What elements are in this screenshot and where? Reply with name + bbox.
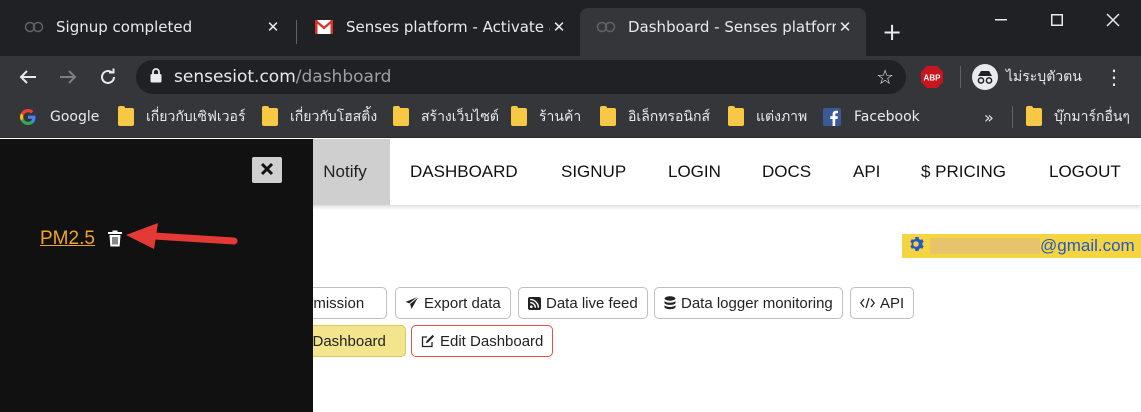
gear-icon <box>908 236 924 257</box>
bookmark-folder[interactable]: แต่งภาพ <box>728 98 807 136</box>
url-domain: sensesiot.com <box>174 67 296 87</box>
trash-icon[interactable] <box>107 230 123 248</box>
folder-icon <box>1026 106 1042 126</box>
loading-circle-icon <box>596 19 616 35</box>
tab-close-icon[interactable]: ✕ <box>264 18 282 36</box>
other-bookmarks-folder[interactable]: บุ๊กมาร์กอื่นๆ <box>1026 98 1130 136</box>
lock-icon <box>150 67 162 87</box>
new-tab-button[interactable]: + <box>878 18 906 46</box>
nav-pricing[interactable]: $ PRICING <box>921 139 1006 205</box>
user-email-suffix: @gmail.com <box>1040 236 1135 255</box>
nav-dashboard[interactable]: DASHBOARD <box>410 139 518 205</box>
dashboard-side-panel: PM2.5 <box>0 139 313 412</box>
close-window-button[interactable] <box>1090 6 1136 34</box>
code-icon <box>860 297 875 309</box>
bookmark-folder[interactable]: เกี่ยวกับเซิฟเวอร์ <box>118 98 245 136</box>
nav-signup[interactable]: SIGNUP <box>561 139 626 205</box>
folder-icon <box>262 106 278 126</box>
annotation-arrow-icon <box>126 223 238 249</box>
bookmark-folder[interactable]: ร้านค้า <box>511 98 581 136</box>
rss-icon <box>528 296 541 310</box>
forward-button[interactable] <box>52 61 84 93</box>
gmail-icon <box>314 19 334 35</box>
abp-label: ABP <box>924 74 942 83</box>
address-bar[interactable]: sensesiot.com/dashboard ☆ <box>136 60 906 94</box>
folder-icon <box>600 106 616 126</box>
data-logger-monitoring-button[interactable]: Data logger monitoring <box>654 287 843 319</box>
nav-login[interactable]: LOGIN <box>668 139 721 205</box>
chrome-menu-icon[interactable]: ⋮ <box>1100 61 1128 93</box>
export-data-button[interactable]: Export data <box>395 287 511 319</box>
tab-title: Senses platform - Activate acco <box>346 18 550 36</box>
tab-signup-completed[interactable]: Signup completed ✕ <box>8 8 294 56</box>
dashboard-item-link[interactable]: PM2.5 <box>40 228 95 250</box>
user-account-badge[interactable]: @gmail.com <box>902 234 1141 258</box>
bookmark-label: สร้างเว็บไซต์ <box>421 109 499 125</box>
close-panel-button[interactable] <box>252 157 282 183</box>
tab-dashboard[interactable]: Dashboard - Senses platform | ✕ <box>580 8 866 56</box>
google-icon <box>18 107 38 127</box>
bookmark-label: Google <box>50 109 100 125</box>
browser-tabstrip: Signup completed ✕ Senses platform - Act… <box>0 0 1141 56</box>
bookmark-label: อิเล็กทรอนิกส์ <box>628 109 710 125</box>
toolbar-divider <box>960 66 961 88</box>
button-label: API <box>880 294 905 312</box>
button-label: Data live feed <box>546 294 638 312</box>
profile-label: ไม่ระบุตัวตน <box>1006 69 1082 85</box>
brand-link[interactable]: Notify <box>300 139 390 205</box>
incognito-profile-button[interactable]: ไม่ระบุตัวตน <box>972 61 1082 93</box>
tab-activate-account[interactable]: Senses platform - Activate acco ✕ <box>298 8 580 56</box>
edit-dashboard-button[interactable]: Edit Dashboard <box>411 325 554 357</box>
paper-plane-icon <box>405 296 419 310</box>
incognito-icon <box>972 64 998 90</box>
tab-close-icon[interactable]: ✕ <box>836 18 854 36</box>
nav-api[interactable]: API <box>853 139 880 205</box>
bookmark-label: เกี่ยวกับเซิฟเวอร์ <box>146 109 246 125</box>
button-label: Edit Dashboard <box>440 332 544 350</box>
bookmarks-bar: Google เกี่ยวกับเซิฟเวอร์ เกี่ยวกับโฮสติ… <box>0 98 1141 138</box>
tab-divider <box>296 20 297 44</box>
bookmark-label: บุ๊กมาร์กอื่นๆ <box>1054 109 1130 125</box>
folder-icon <box>393 106 409 126</box>
bookmark-folder[interactable]: เกี่ยวกับโฮสติ้ง <box>262 98 377 136</box>
bookmark-facebook[interactable]: Facebook <box>822 98 920 136</box>
bookmark-label: Facebook <box>854 109 920 125</box>
api-button[interactable]: API <box>850 287 915 319</box>
redacted-email-mask <box>930 238 1040 254</box>
folder-icon <box>511 106 527 126</box>
nav-logout[interactable]: LOGOUT <box>1049 139 1121 205</box>
adblock-plus-icon[interactable]: ABP <box>920 65 944 89</box>
loading-circle-icon <box>24 19 44 35</box>
nav-docs[interactable]: DOCS <box>762 139 811 205</box>
close-icon <box>260 161 274 180</box>
folder-icon <box>728 106 744 126</box>
facebook-icon <box>822 107 842 127</box>
back-button[interactable] <box>12 61 44 93</box>
minimize-button[interactable] <box>978 6 1024 34</box>
data-live-feed-button[interactable]: Data live feed <box>518 287 648 319</box>
bookmark-folder[interactable]: สร้างเว็บไซต์ <box>393 98 499 136</box>
address-url: sensesiot.com/dashboard <box>174 67 391 87</box>
bookmark-label: แต่งภาพ <box>756 109 808 125</box>
maximize-button[interactable] <box>1034 6 1080 34</box>
bookmark-label: เกี่ยวกับโฮสติ้ง <box>290 109 378 125</box>
bookmark-label: ร้านค้า <box>539 109 582 125</box>
bookmark-folder[interactable]: อิเล็กทรอนิกส์ <box>600 98 710 136</box>
bookmarks-divider <box>1012 106 1013 128</box>
database-icon <box>664 296 676 310</box>
bookmark-google[interactable]: Google <box>18 98 99 136</box>
folder-icon <box>118 106 134 126</box>
edit-icon <box>421 334 435 348</box>
reload-button[interactable] <box>92 61 124 93</box>
url-path: /dashboard <box>295 67 392 87</box>
tab-close-icon[interactable]: ✕ <box>550 18 568 36</box>
more-bookmarks-button[interactable]: » <box>984 98 994 136</box>
button-label: Data logger monitoring <box>681 294 833 312</box>
tab-title: Signup completed <box>56 18 193 36</box>
bookmark-star-icon[interactable]: ☆ <box>876 65 894 89</box>
tab-title: Dashboard - Senses platform | <box>628 18 836 36</box>
browser-toolbar: sensesiot.com/dashboard ☆ ABP ไม่ระบุตัว… <box>0 56 1141 98</box>
button-label: Export data <box>424 294 501 312</box>
